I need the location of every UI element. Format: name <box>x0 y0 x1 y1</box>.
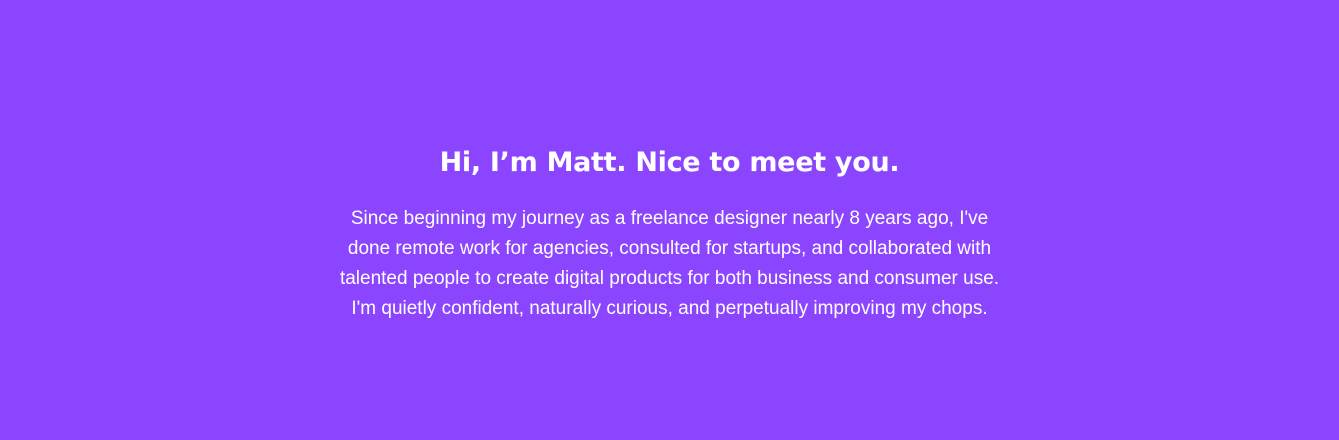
intro-paragraph-line: done remote work for agencies, consulted… <box>347 238 992 259</box>
intro-heading: Hi, I’m Matt. Nice to meet you. <box>439 147 900 178</box>
intro-paragraph: Since beginning my journey as a freelanc… <box>320 204 1020 324</box>
intro-paragraph-line: I'm quietly confident, naturally curious… <box>351 298 988 319</box>
intro-section: Hi, I’m Matt. Nice to meet you. Since be… <box>0 0 1339 440</box>
intro-paragraph-line: talented people to create digital produc… <box>339 268 1000 289</box>
intro-content: Hi, I’m Matt. Nice to meet you. Since be… <box>320 144 1020 324</box>
intro-paragraph-line: Since beginning my journey as a freelanc… <box>350 208 989 229</box>
